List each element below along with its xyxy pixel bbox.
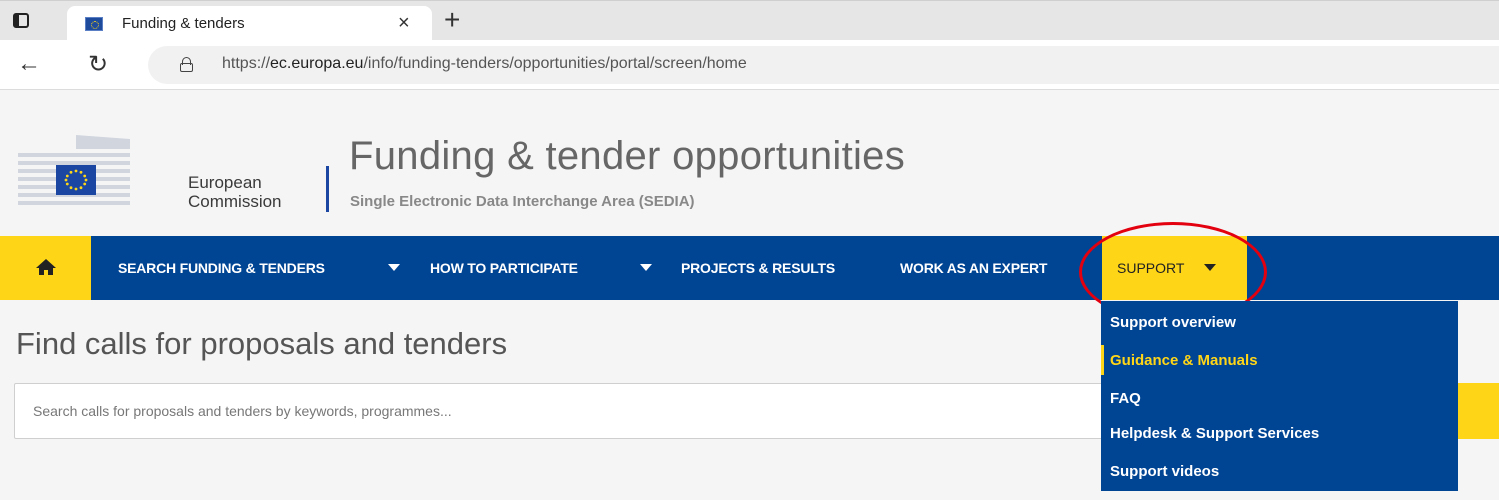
menu-item-support-videos[interactable]: Support videos <box>1101 453 1458 489</box>
header-divider <box>326 166 329 212</box>
url-text: https://ec.europa.eu/info/funding-tender… <box>222 55 747 72</box>
browser-tab-bar: Funding & tenders × + <box>0 0 1499 41</box>
chevron-down-icon[interactable] <box>388 264 400 271</box>
menu-item-guidance-manuals[interactable]: Guidance & Manuals <box>1101 342 1458 378</box>
main-navigation: SEARCH FUNDING & TENDERS HOW TO PARTICIP… <box>0 236 1499 300</box>
nav-search-funding-tenders[interactable]: SEARCH FUNDING & TENDERS <box>118 260 325 276</box>
new-tab-icon[interactable]: + <box>444 5 460 35</box>
tab-title: Funding & tenders <box>122 15 245 32</box>
home-icon <box>36 259 56 275</box>
search-button[interactable] <box>1455 383 1499 439</box>
page-title: Find calls for proposals and tenders <box>16 326 508 361</box>
tab-actions-icon[interactable] <box>10 10 32 32</box>
site-header: European Commission Funding & tender opp… <box>0 91 1499 236</box>
address-bar: ← ↻ https://ec.europa.eu/info/funding-te… <box>0 40 1499 90</box>
eu-flag-icon <box>56 165 96 195</box>
menu-item-support-overview[interactable]: Support overview <box>1101 304 1458 340</box>
home-button[interactable] <box>0 236 91 300</box>
search-input[interactable] <box>14 383 1106 439</box>
close-tab-icon[interactable]: × <box>398 12 410 34</box>
url-field[interactable]: https://ec.europa.eu/info/funding-tender… <box>148 46 1499 84</box>
support-dropdown-menu: Support overview Guidance & Manuals FAQ … <box>1101 301 1458 491</box>
menu-item-helpdesk-support-services[interactable]: Helpdesk & Support Services <box>1101 415 1458 451</box>
site-title[interactable]: Funding & tender opportunities <box>349 134 905 179</box>
menu-item-faq[interactable]: FAQ <box>1101 380 1458 416</box>
reload-icon[interactable]: ↻ <box>88 52 108 78</box>
nav-how-to-participate[interactable]: HOW TO PARTICIPATE <box>430 260 578 276</box>
nav-projects-results[interactable]: PROJECTS & RESULTS <box>681 260 835 276</box>
browser-tab[interactable]: Funding & tenders × <box>67 6 432 41</box>
lock-icon[interactable] <box>180 57 193 72</box>
nav-work-as-an-expert[interactable]: WORK AS AN EXPERT <box>900 260 1047 276</box>
back-arrow-icon[interactable]: ← <box>17 51 41 77</box>
chevron-down-icon[interactable] <box>640 264 652 271</box>
eu-flag-favicon-icon <box>85 17 103 31</box>
organisation-name: European Commission <box>188 173 282 211</box>
european-commission-logo[interactable] <box>18 135 130 205</box>
site-subtitle: Single Electronic Data Interchange Area … <box>350 193 695 210</box>
